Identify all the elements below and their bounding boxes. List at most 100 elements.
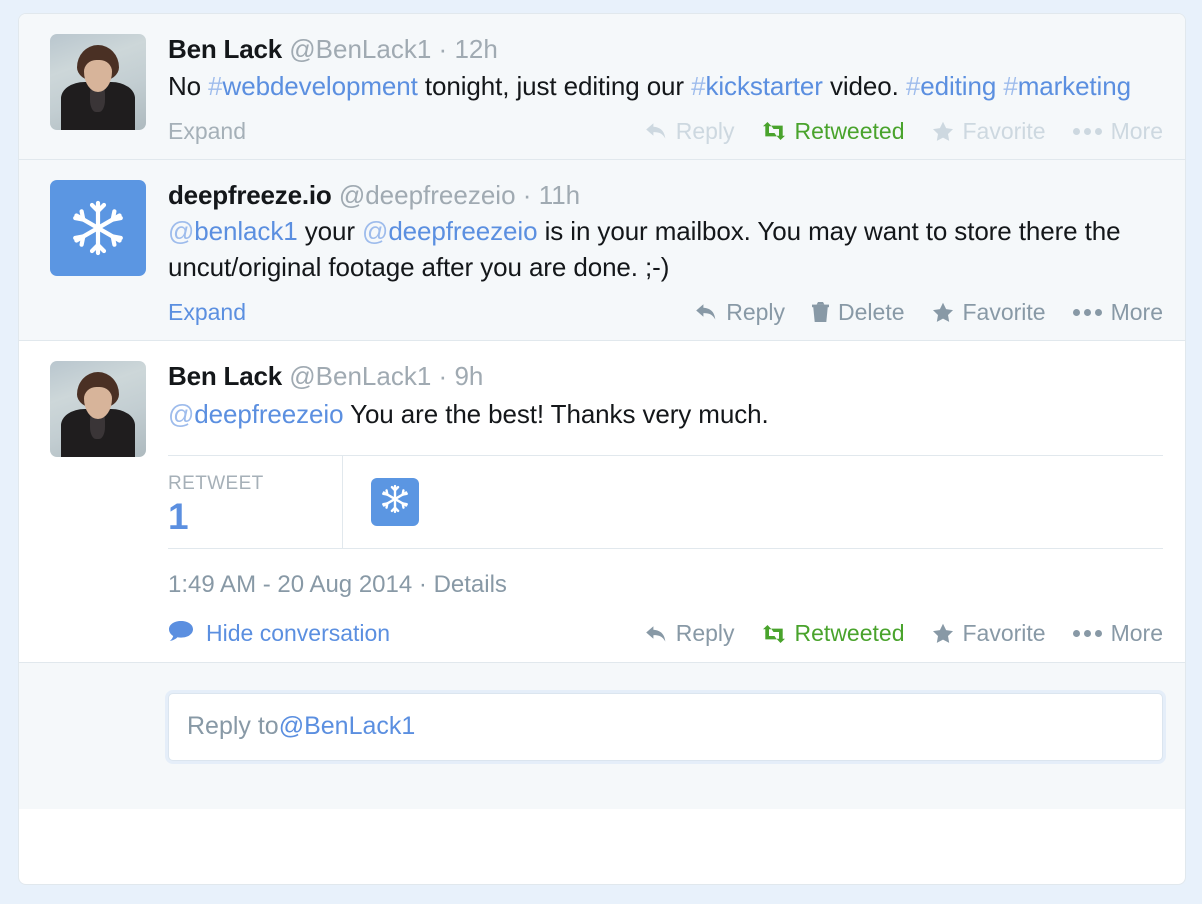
- favorite-button[interactable]: Favorite: [932, 118, 1046, 145]
- author-fullname[interactable]: Ben Lack: [168, 34, 282, 64]
- hashtag-marketing[interactable]: #marketing: [1003, 71, 1131, 101]
- mention-symbol: @: [168, 216, 195, 247]
- hashtag-text: webdevelopment: [222, 70, 418, 101]
- meta-separator: ·: [418, 570, 427, 598]
- mention-deepfreezeio[interactable]: @deepfreezeio: [168, 398, 344, 429]
- tweet-header: Ben Lack @BenLack1 · 9h: [168, 361, 1163, 392]
- speech-bubble-icon: [168, 620, 194, 648]
- hide-conversation-button[interactable]: Hide conversation: [168, 620, 390, 648]
- hashtag-symbol: #: [691, 70, 706, 101]
- favorite-label: Favorite: [962, 620, 1046, 647]
- retweet-label: Retweeted: [794, 117, 905, 144]
- tweet-timestamp[interactable]: 11h: [539, 180, 580, 210]
- tweet-time: 1:49 AM: [168, 570, 257, 598]
- hashtag-kickstarter[interactable]: #kickstarter: [691, 71, 823, 101]
- delete-label: Delete: [838, 298, 905, 325]
- expand-link[interactable]: Expand: [168, 299, 246, 326]
- more-label: More: [1110, 620, 1163, 647]
- ellipsis-icon: [1072, 630, 1102, 638]
- tweet-permalink-container: Ben Lack @BenLack1 · 12h No #webdevelopm…: [18, 13, 1186, 885]
- tweet-timestamp[interactable]: 12h: [454, 34, 497, 64]
- tweet-text: @deepfreezeio You are the best! Thanks v…: [168, 397, 1163, 433]
- hashtag-symbol: #: [208, 70, 223, 101]
- tweet-meta: 1:49 AM - 20 Aug 2014 · Details: [168, 571, 1163, 599]
- author-fullname[interactable]: Ben Lack: [168, 361, 282, 391]
- header-separator: ·: [438, 34, 448, 64]
- reply-input[interactable]: Reply to @BenLack1: [168, 692, 1163, 761]
- tweet-footer: Hide conversation Reply Retweeted Favori…: [168, 620, 1163, 648]
- reply-button[interactable]: Reply: [645, 620, 735, 647]
- favorite-button[interactable]: Favorite: [932, 620, 1046, 647]
- snowflake-icon: [67, 197, 129, 259]
- author-username[interactable]: @deepfreezeio: [339, 180, 516, 210]
- more-button[interactable]: More: [1072, 117, 1163, 145]
- tweet-body: Ben Lack @BenLack1 · 12h No #webdevelopm…: [50, 34, 1163, 145]
- header-separator: ·: [438, 360, 448, 391]
- retweet-icon: [762, 122, 786, 141]
- avatar[interactable]: [50, 360, 146, 457]
- retweet-button[interactable]: Retweeted: [762, 620, 905, 647]
- more-label: More: [1110, 117, 1163, 144]
- reply-arrow-icon: [645, 122, 667, 140]
- mention-text: deepfreezeio: [194, 398, 344, 429]
- retweet-label: Retweeted: [794, 620, 905, 647]
- trash-icon: [812, 301, 830, 323]
- mention-symbol: @: [362, 216, 389, 247]
- mention-benlack1[interactable]: @benlack1: [168, 216, 298, 246]
- hashtag-symbol: #: [905, 70, 921, 101]
- hashtag-webdevelopment[interactable]: #webdevelopment: [208, 71, 418, 101]
- tweet-focus[interactable]: Ben Lack @BenLack1 · 9h @deepfreezeio Yo…: [19, 340, 1185, 663]
- header-separator: ·: [522, 179, 532, 210]
- reply-button[interactable]: Reply: [695, 299, 785, 326]
- reply-arrow-icon: [695, 303, 717, 321]
- reply-label: Reply: [726, 298, 786, 325]
- tweet-text: @benlack1 your @deepfreezeio is in your …: [168, 214, 1163, 286]
- author-fullname[interactable]: deepfreeze.io: [168, 180, 332, 210]
- reply-placeholder-handle: @BenLack1: [278, 712, 416, 741]
- tweet-header: deepfreeze.io @deepfreezeio · 11h: [168, 180, 1163, 211]
- snowflake-icon: [379, 483, 411, 520]
- hashtag-text: editing: [920, 70, 997, 101]
- mention-deepfreezeio[interactable]: @deepfreezeio: [362, 216, 538, 247]
- delete-button[interactable]: Delete: [812, 298, 905, 326]
- author-username[interactable]: @BenLack1: [289, 34, 431, 64]
- tweet-content: Ben Lack @BenLack1 · 9h @deepfreezeio Yo…: [168, 361, 1163, 648]
- tweet-content: deepfreeze.io @deepfreezeio · 11h @benla…: [168, 180, 1163, 326]
- tweet-body: Ben Lack @BenLack1 · 9h @deepfreezeio Yo…: [50, 360, 1163, 648]
- expand-link[interactable]: Expand: [168, 118, 246, 145]
- author-username[interactable]: @BenLack1: [289, 361, 431, 391]
- tweet-header: Ben Lack @BenLack1 · 12h: [168, 34, 1163, 65]
- tweet-content: Ben Lack @BenLack1 · 12h No #webdevelopm…: [168, 34, 1163, 145]
- retweet-button[interactable]: Retweeted: [762, 118, 905, 145]
- retweet-stat[interactable]: RETWEET 1: [168, 455, 343, 548]
- retweeter-avatars: [343, 456, 1163, 548]
- tweet-timestamp[interactable]: 9h: [454, 361, 483, 391]
- tweet-text: No #webdevelopment tonight, just editing…: [168, 69, 1163, 105]
- reply-arrow-icon: [645, 625, 667, 643]
- reply-composer-zone: Reply to @BenLack1: [19, 662, 1185, 809]
- reply-label: Reply: [675, 117, 735, 144]
- more-button[interactable]: More: [1072, 620, 1163, 647]
- retweeter-avatar[interactable]: [371, 477, 419, 526]
- mention-text: benlack1: [194, 216, 298, 247]
- more-button[interactable]: More: [1072, 299, 1163, 326]
- tweet-body: deepfreeze.io @deepfreezeio · 11h @benla…: [50, 179, 1163, 326]
- hashtag-editing[interactable]: #editing: [906, 71, 996, 101]
- favorite-label: Favorite: [962, 117, 1046, 144]
- text-segment: No: [168, 70, 209, 101]
- details-link[interactable]: Details: [434, 571, 507, 598]
- tweet-ancestor-2[interactable]: deepfreeze.io @deepfreezeio · 11h @benla…: [19, 159, 1185, 341]
- star-icon: [932, 623, 954, 644]
- mention-symbol: @: [168, 398, 195, 429]
- hashtag-text: marketing: [1017, 70, 1131, 101]
- retweet-icon: [762, 624, 786, 643]
- favorite-button[interactable]: Favorite: [932, 299, 1046, 326]
- tweet-actions: Reply Retweeted Favorite More: [645, 118, 1163, 145]
- avatar[interactable]: [50, 179, 146, 276]
- mention-text: deepfreezeio: [388, 216, 538, 247]
- tweet-ancestor-1[interactable]: Ben Lack @BenLack1 · 12h No #webdevelopm…: [19, 14, 1185, 160]
- text-segment: video.: [822, 70, 906, 101]
- reply-button[interactable]: Reply: [645, 118, 735, 145]
- avatar[interactable]: [50, 34, 146, 130]
- favorite-label: Favorite: [962, 298, 1046, 325]
